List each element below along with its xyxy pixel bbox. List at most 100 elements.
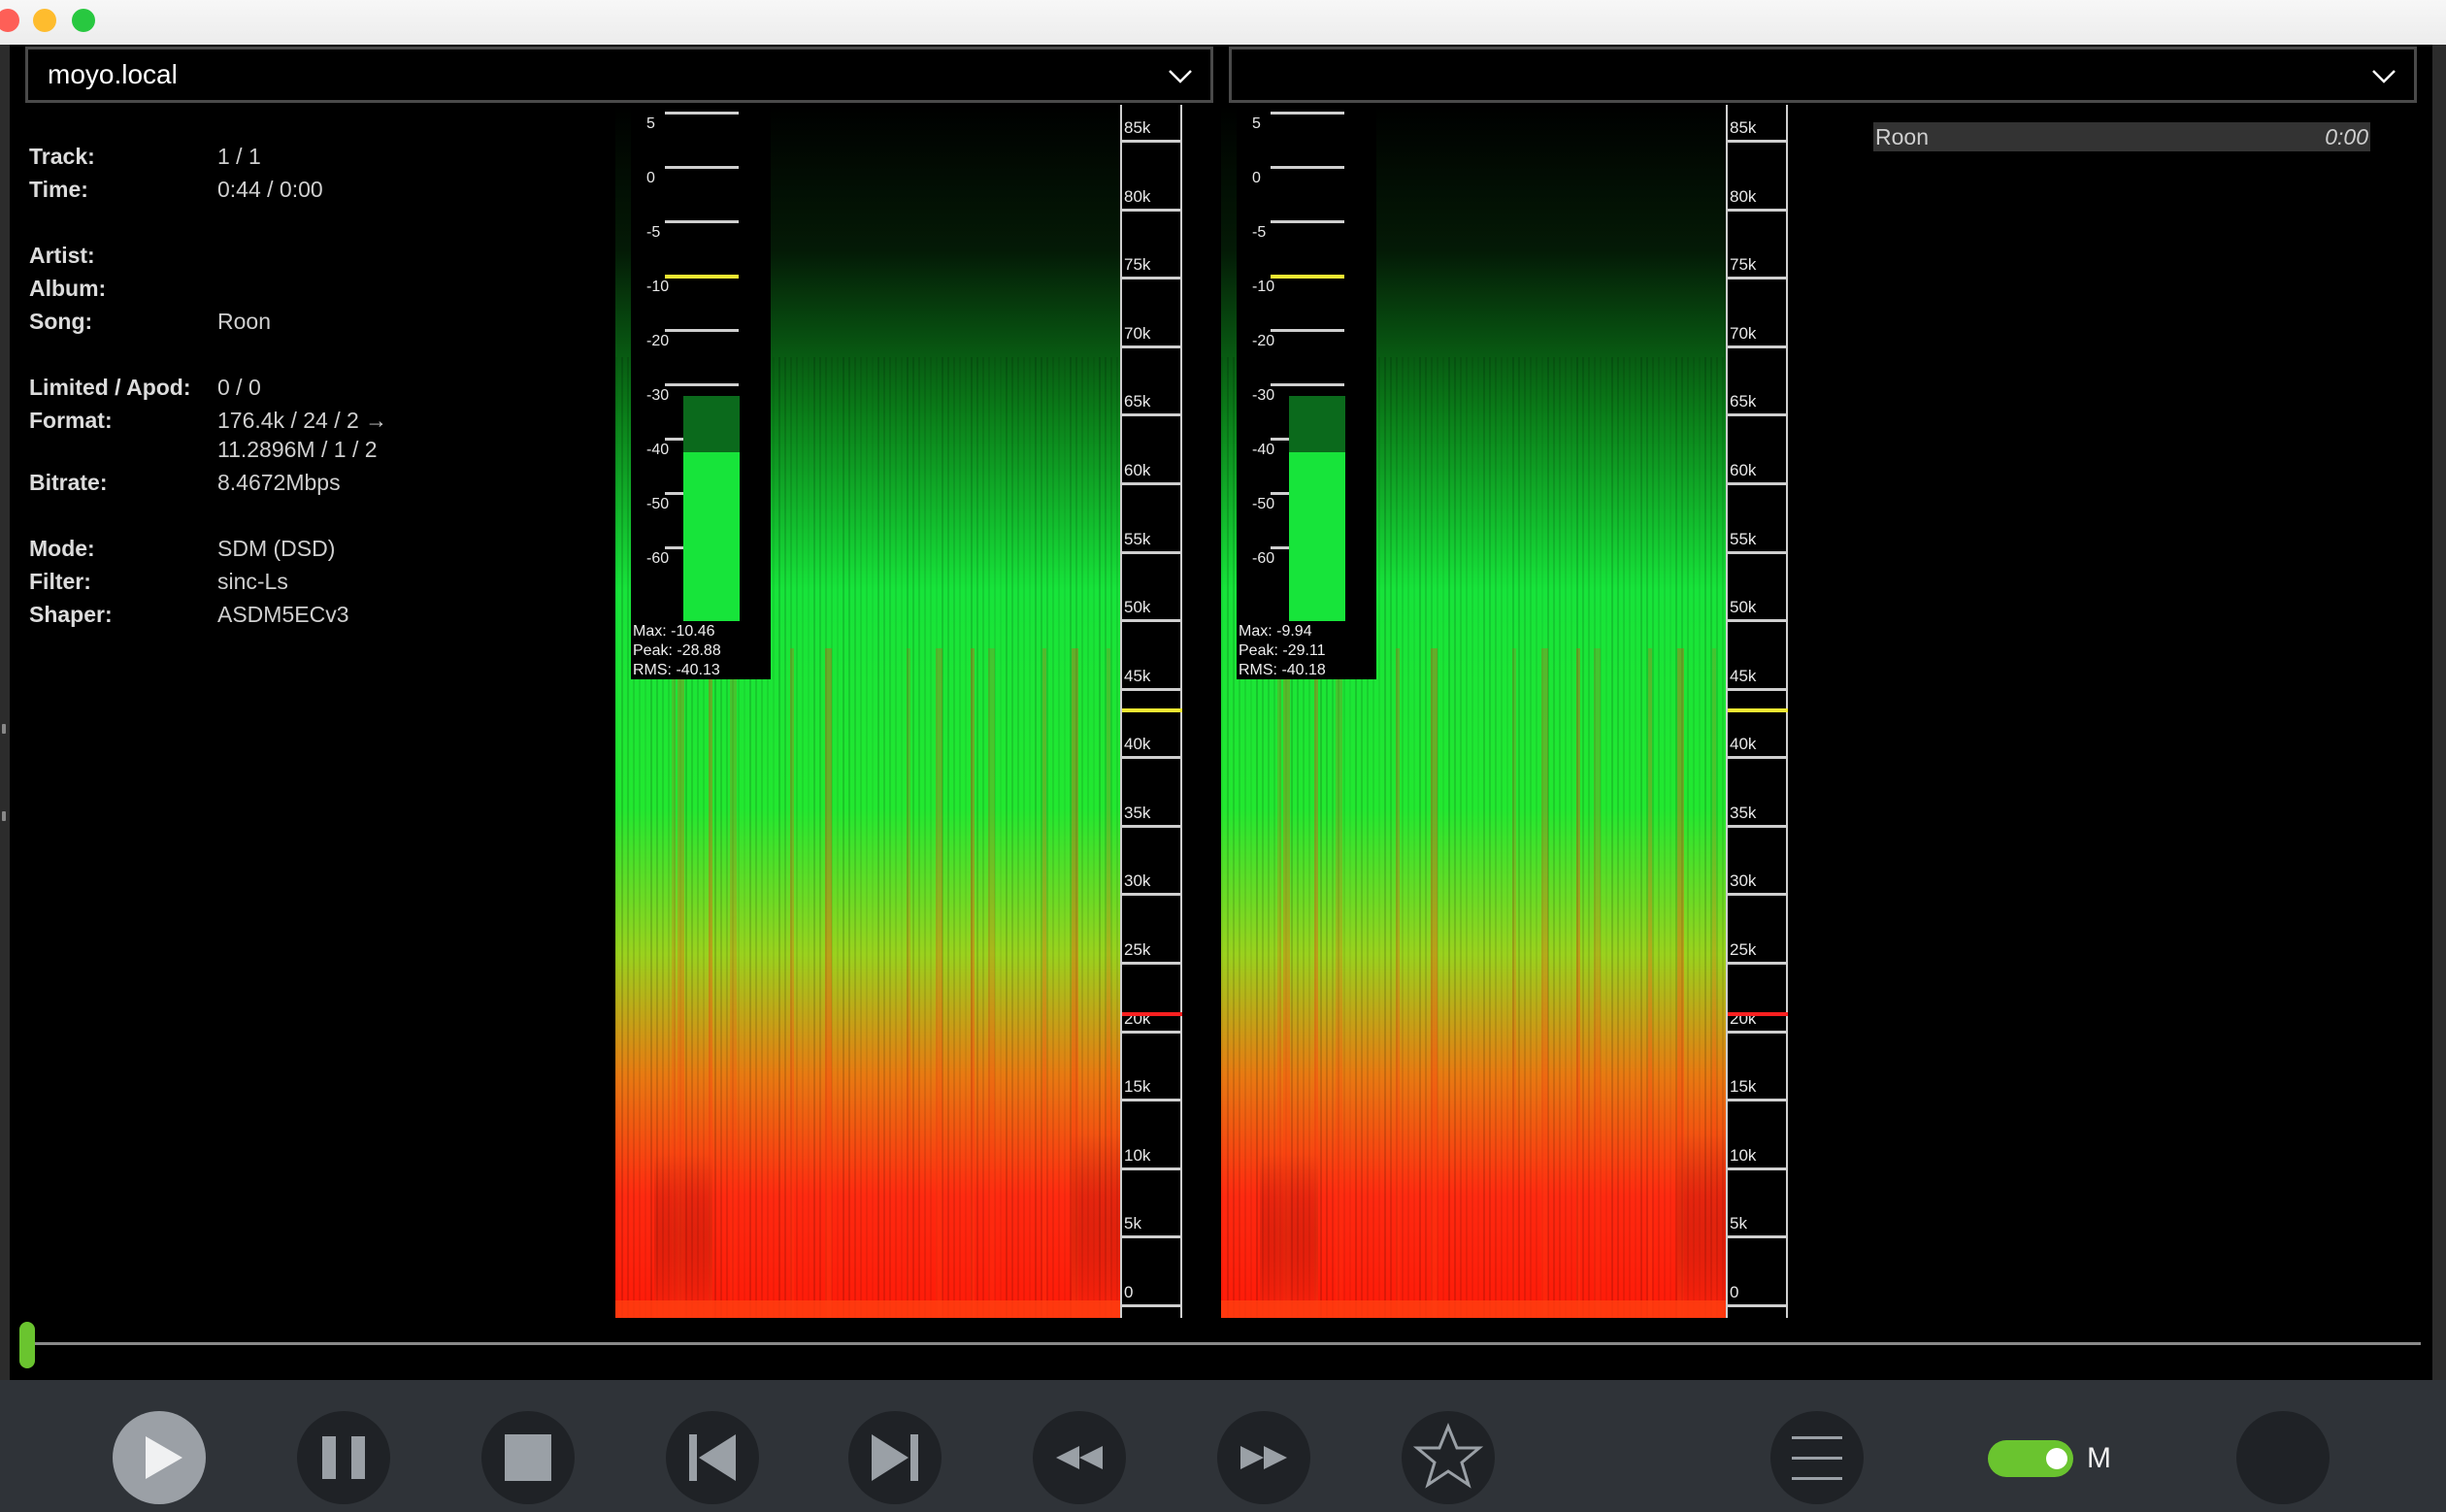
- info-value: 0:44 / 0:00: [217, 177, 323, 202]
- meter-label: -40: [646, 442, 670, 458]
- next-track-button[interactable]: [848, 1411, 942, 1504]
- info-row: Mode: SDM (DSD): [29, 532, 612, 565]
- frequency-label: 70k: [1730, 323, 1757, 343]
- menu-icon: [1792, 1436, 1842, 1480]
- frequency-label: 30k: [1730, 871, 1757, 891]
- frequency-tick: [1122, 1099, 1180, 1102]
- frequency-label: 80k: [1730, 186, 1757, 206]
- frequency-label: 85k: [1124, 118, 1151, 137]
- meter-peak-readout: Peak: -28.88: [633, 642, 721, 659]
- frequency-label: 75k: [1124, 255, 1151, 275]
- meter-label: -20: [1252, 333, 1275, 349]
- play-button[interactable]: [113, 1411, 206, 1504]
- device-select[interactable]: moyo.local: [25, 47, 1213, 103]
- chevron-down-icon: [1169, 70, 1192, 83]
- meter-label: -30: [1252, 387, 1275, 404]
- seek-handle[interactable]: [19, 1322, 35, 1368]
- frequency-label: 75k: [1730, 255, 1757, 275]
- play-icon: [146, 1436, 182, 1479]
- frequency-label: 10k: [1124, 1145, 1151, 1165]
- seek-bar[interactable]: [27, 1342, 2421, 1345]
- favorite-button[interactable]: [1402, 1411, 1495, 1504]
- frequency-tick: [1122, 1167, 1180, 1170]
- meter-label: -5: [1252, 224, 1267, 241]
- nyquist-marker: [1122, 708, 1182, 712]
- frequency-label: 55k: [1124, 529, 1151, 548]
- frequency-label: 0: [1730, 1283, 1739, 1301]
- frequency-label: 10k: [1730, 1145, 1757, 1165]
- meter-tick: [665, 329, 739, 332]
- chevron-down-icon: [2372, 70, 2396, 83]
- frequency-tick: [1728, 962, 1786, 966]
- meter-tick: [1271, 220, 1344, 223]
- level-meter: 5 0 -5 -10 -20 -30 -40 -50 -60 Max: -10.46 Peak: -…: [631, 105, 771, 679]
- stop-button[interactable]: [481, 1411, 575, 1504]
- audible-limit-marker: [1728, 1012, 1788, 1016]
- frequency-tick: [1728, 208, 1786, 212]
- frequency-label: 85k: [1730, 118, 1757, 137]
- rewind-button[interactable]: [1033, 1411, 1126, 1504]
- frequency-tick: [1728, 824, 1786, 828]
- skip-next-icon: [872, 1434, 918, 1481]
- queue-item[interactable]: Roon 0:00: [1873, 122, 2370, 151]
- frequency-tick: [1728, 1099, 1786, 1102]
- minimize-window-button[interactable]: [33, 9, 56, 32]
- stop-icon: [505, 1434, 551, 1481]
- frequency-label: 45k: [1730, 666, 1757, 685]
- frequency-tick: [1122, 687, 1180, 691]
- extra-button[interactable]: [2236, 1411, 2330, 1504]
- previous-track-button[interactable]: [666, 1411, 759, 1504]
- meter-label: 0: [1252, 170, 1261, 186]
- meter-tick: [665, 166, 739, 169]
- pause-button[interactable]: [297, 1411, 390, 1504]
- meter-tick: [1271, 112, 1344, 115]
- info-row: Shaper: ASDM5ECv3: [29, 598, 612, 631]
- device-select-value: moyo.local: [48, 59, 178, 89]
- frequency-label: 25k: [1124, 940, 1151, 960]
- transport-toolbar: M: [0, 1380, 2446, 1512]
- meter-rms-readout: RMS: -40.13: [633, 662, 720, 678]
- meter-max-readout: Max: -9.94: [1239, 623, 1312, 640]
- transport-view-side-tab[interactable]: [2432, 45, 2446, 1380]
- frequency-tick: [1728, 1235, 1786, 1239]
- left-panel-splitter[interactable]: [0, 45, 10, 1380]
- info-label: Album:: [29, 276, 107, 301]
- meter-label: -60: [646, 550, 670, 567]
- frequency-label: 55k: [1730, 529, 1757, 548]
- info-label: Format:: [29, 408, 113, 433]
- queue-item-time: 0:00: [2325, 124, 2368, 149]
- fast-forward-button[interactable]: [1217, 1411, 1310, 1504]
- meter-label: -60: [1252, 550, 1275, 567]
- frequency-label: 5k: [1124, 1214, 1141, 1233]
- pause-icon: [322, 1436, 365, 1479]
- frequency-label: 25k: [1730, 940, 1757, 960]
- frequency-label: 30k: [1124, 871, 1151, 891]
- meter-max-readout: Max: -10.46: [633, 623, 715, 640]
- secondary-select[interactable]: [1229, 47, 2417, 103]
- info-label: Mode:: [29, 536, 95, 561]
- fast-forward-icon: [1240, 1446, 1287, 1469]
- info-value: sinc-Ls: [217, 569, 288, 594]
- frequency-label: 15k: [1730, 1077, 1757, 1097]
- info-row: Filter: sinc-Ls: [29, 565, 612, 598]
- frequency-label: 65k: [1124, 392, 1151, 411]
- skip-previous-icon: [689, 1434, 736, 1481]
- frequency-label: 40k: [1730, 735, 1757, 754]
- info-row: Time: 0:44 / 0:00: [29, 173, 612, 206]
- frequency-tick: [1728, 619, 1786, 623]
- frequency-label: 0: [1124, 1283, 1134, 1301]
- zoom-window-button[interactable]: [72, 9, 95, 32]
- frequency-tick: [1728, 413, 1786, 417]
- menu-button[interactable]: [1770, 1411, 1864, 1504]
- meter-tick: [1271, 329, 1344, 332]
- close-window-button[interactable]: [0, 9, 19, 32]
- info-label: Bitrate:: [29, 470, 108, 495]
- meter-tick: [665, 220, 739, 223]
- frequency-tick: [1122, 893, 1180, 897]
- meter-label: -30: [646, 387, 670, 404]
- mode-toggle[interactable]: [1988, 1440, 2073, 1477]
- info-label: Filter:: [29, 569, 91, 594]
- audible-limit-marker: [1122, 1012, 1182, 1016]
- info-row: Artist:: [29, 239, 612, 272]
- frequency-label: 60k: [1124, 460, 1151, 479]
